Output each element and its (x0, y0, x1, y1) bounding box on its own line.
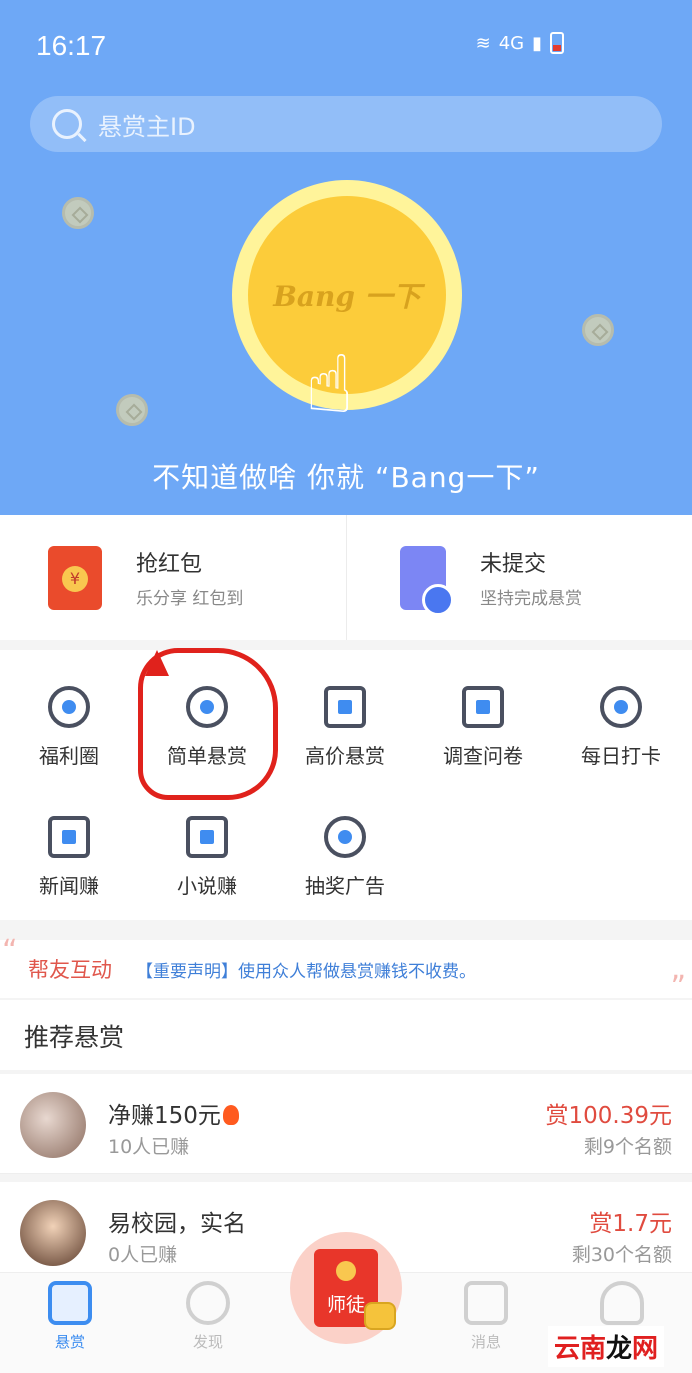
notice-marquee[interactable]: “ 帮友互动 【重要声明】使用众人帮做悬赏赚钱不收费。 ” (0, 934, 692, 1005)
reward-list-item[interactable]: 净赚150元 10人已赚 赏100.39元 剩9个名额 (0, 1074, 692, 1174)
wallet-icon (324, 686, 366, 728)
wifi-icon: ≋ (475, 32, 491, 54)
grid-item-survey[interactable]: 调查问卷 (414, 686, 552, 769)
reward-title: 易校园，实名 (108, 1211, 246, 1237)
small-coin-icon (62, 197, 94, 229)
feature-grid: 福利圈 简单悬赏 高价悬赏 调查问卷 每日打卡 新闻赚 小说赚 抽奖广告 (0, 650, 692, 920)
compass-icon (186, 1281, 230, 1325)
grid-item-news[interactable]: 新闻赚 (0, 816, 138, 899)
lottery-icon (324, 816, 366, 858)
status-icons: ≋ 4G ▮ (476, 32, 564, 54)
quick-card-title: 未提交 (480, 552, 547, 577)
status-time: 16:17 (36, 30, 107, 61)
search-icon (52, 109, 82, 139)
hero-banner: 16:17 ≋ 4G ▮ 悬赏主ID Bang 一下 ☝ 不知道做啥 你就 “B… (0, 0, 692, 515)
notice-text: 【重要声明】使用众人帮做悬赏赚钱不收费。 (136, 961, 476, 982)
reward-earned-count: 10人已赚 (108, 1136, 190, 1158)
red-envelope-icon (48, 545, 102, 610)
watermark-logo: 云南龙网 (548, 1326, 665, 1367)
survey-icon (462, 686, 504, 728)
chat-bubble-icon (464, 1281, 508, 1325)
quick-card-subtitle: 乐分享 红包到 (136, 589, 244, 609)
grid-label: 小说赚 (177, 874, 237, 898)
pointing-hand-icon: ☝ (305, 338, 354, 431)
quick-cards: 抢红包 乐分享 红包到 未提交 坚持完成悬赏 (0, 515, 692, 640)
news-icon (48, 816, 90, 858)
notice-title: 帮友互动 (28, 958, 112, 982)
reward-amount: 赏100.39元 (545, 1103, 672, 1129)
book-icon (186, 816, 228, 858)
bang-coin-text: Bang 一下 (273, 280, 421, 313)
grid-label: 调查问卷 (443, 744, 523, 768)
reward-title: 净赚150元 (108, 1096, 239, 1130)
not-submitted-card[interactable]: 未提交 坚持完成悬赏 (346, 515, 692, 640)
avatar (20, 1092, 86, 1158)
tab-profile[interactable] (562, 1281, 682, 1331)
reward-earned-count: 0人已赚 (108, 1244, 178, 1266)
tab-label: 师徒 (326, 1294, 365, 1316)
grid-label: 福利圈 (39, 744, 99, 768)
signal-icon: ▮ (532, 32, 542, 54)
reward-amount: 赏1.7元 (589, 1211, 672, 1237)
document-clock-icon (400, 545, 454, 616)
avatar (20, 1200, 86, 1266)
tab-discover[interactable]: 发现 (148, 1281, 268, 1352)
grid-item-high-reward[interactable]: 高价悬赏 (276, 686, 414, 769)
grid-item-novel[interactable]: 小说赚 (138, 816, 276, 899)
grab-red-envelope-card[interactable]: 抢红包 乐分享 红包到 (0, 515, 346, 640)
tab-messages[interactable]: 消息 (426, 1281, 546, 1352)
reward-remaining: 剩30个名额 (571, 1244, 672, 1266)
small-coin-icon (116, 394, 148, 426)
reward-remaining: 剩9个名额 (583, 1136, 672, 1158)
grid-item-welfare[interactable]: 福利圈 (0, 686, 138, 769)
battery-icon (550, 32, 564, 54)
person-icon (600, 1281, 644, 1325)
network-label: 4G (498, 32, 525, 54)
grid-label: 抽奖广告 (305, 874, 385, 898)
quick-card-title: 抢红包 (136, 552, 203, 577)
grid-item-lottery-ad[interactable]: 抽奖广告 (276, 816, 414, 899)
recommended-header: 推荐悬赏 (0, 1000, 692, 1070)
tab-label: 消息 (470, 1333, 501, 1351)
small-coin-icon (582, 314, 614, 346)
search-placeholder: 悬赏主ID (98, 112, 196, 141)
open-quote-icon: “ (2, 934, 18, 969)
grid-label: 新闻赚 (39, 874, 99, 898)
tab-master-apprentice[interactable]: 师徒 (290, 1232, 402, 1344)
annotation-arrow (145, 650, 169, 676)
search-bar[interactable]: 悬赏主ID (30, 96, 662, 152)
grid-item-daily-checkin[interactable]: 每日打卡 (552, 686, 690, 769)
alarm-clock-icon (600, 686, 642, 728)
home-icon (48, 1281, 92, 1325)
tab-reward[interactable]: 悬赏 (10, 1281, 130, 1352)
welfare-circle-icon (48, 686, 90, 728)
grid-label: 每日打卡 (581, 744, 661, 768)
coins-icon (364, 1302, 396, 1330)
tab-label: 发现 (192, 1333, 223, 1351)
fire-icon (222, 1105, 239, 1125)
divider (0, 1173, 692, 1174)
quick-card-subtitle: 坚持完成悬赏 (480, 589, 582, 609)
hero-slogan: 不知道做啥 你就 “Bang一下” (152, 461, 540, 494)
tab-label: 悬赏 (54, 1333, 85, 1351)
grid-label: 高价悬赏 (305, 744, 385, 768)
